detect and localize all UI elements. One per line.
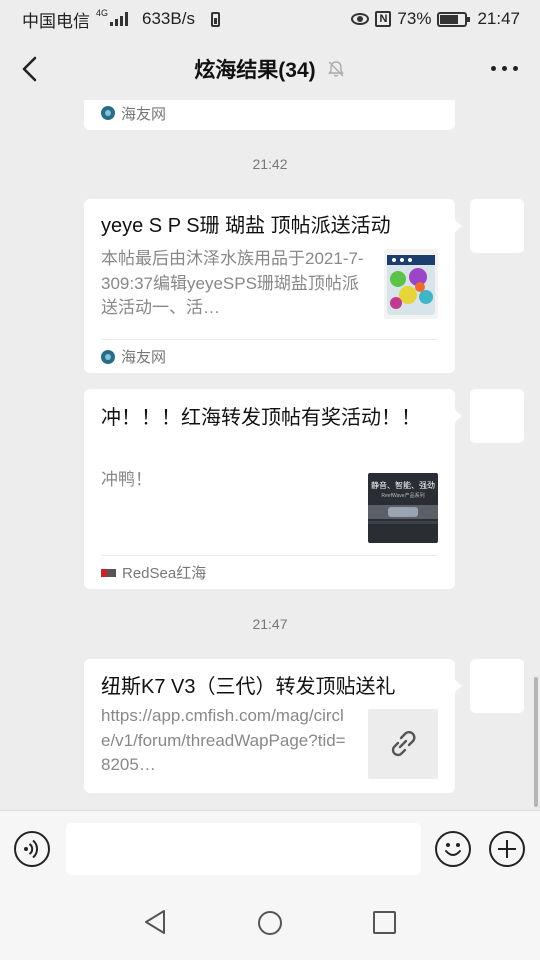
more-icon[interactable] [491,66,518,71]
chat-scrollbar[interactable] [534,677,538,807]
message-card[interactable]: yeye S P S珊 瑚盐 顶帖派送活动 本帖最后由沐泽水族用品于2021-7… [84,199,462,373]
mute-bell-icon [327,61,344,77]
status-bar: 中国电信 4G 633B/s N 73% 21:47 [0,0,540,38]
redsea-source-icon [101,568,116,577]
timestamp: 21:47 [252,616,288,632]
chat-header: 炫海结果(34) [0,38,540,100]
status-time: 21:47 [477,9,520,28]
network-speed: 633B/s [142,9,195,28]
haiyou-source-icon [101,106,115,120]
card-description: 冲鸭！ [101,470,152,489]
nav-back-icon[interactable] [142,908,168,936]
message-card[interactable]: 纽斯K7 V3（三代）转发顶贴送礼 https://app.cmfish.com… [84,659,462,793]
card-title: 冲！！！红海转发顶帖有奖活动！！ [101,407,421,429]
battery-percent: 73% [397,9,432,28]
card-source-label: 海友网 [121,105,167,123]
battery-icon [437,11,471,27]
plus-icon[interactable] [489,831,525,867]
card-link-url: https://app.cmfish.com/mag/circle/v1/for… [101,706,346,774]
nav-recent-icon[interactable] [373,911,396,934]
status-right: N 73% 21:47 [351,9,520,29]
card-source-label: RedSea红海 [122,565,207,582]
timestamp: 21:42 [252,156,288,172]
message-card[interactable]: 冲！！！红海转发顶帖有奖活动！！ 冲鸭！ 静音、智能、强劲 ReefWave产品… [84,389,462,589]
card-description: 本帖最后由沐泽水族用品于2021-7-309:37编辑yeyeSPS珊瑚盐顶帖派… [101,249,364,317]
card-title: yeye S P S珊 瑚盐 顶帖派送活动 [101,215,391,237]
card-source: 海友网 [101,339,438,373]
carrier-label: 中国电信 [22,11,90,31]
emoji-icon[interactable] [435,831,471,867]
coral-salt-thumbnail [384,249,438,319]
redsea-promo-thumbnail: 静音、智能、强劲 ReefWave产品系列 [368,473,438,543]
message-card-partial[interactable]: 海友网 [84,100,455,130]
link-icon [391,731,416,757]
voice-icon[interactable] [14,831,50,867]
system-nav-bar [0,886,540,960]
card-source: RedSea红海 [101,555,438,589]
bubble-tail [454,679,462,693]
network-type: 4G [96,7,109,18]
nav-home-icon[interactable] [258,911,282,935]
bubble-tail [454,409,462,423]
status-left: 中国电信 4G 633B/s [22,7,220,32]
bubble-tail [454,219,462,233]
card-source: 海友网 [101,100,438,130]
avatar[interactable] [470,659,524,713]
chat-title: 炫海结果(34) [194,59,316,82]
message-input[interactable] [66,823,421,875]
signal-icon [110,12,129,26]
chat-area[interactable]: 海友网 21:42 yeye S P S珊 瑚盐 顶帖派送活动 本帖最后由沐泽水… [0,100,540,810]
card-title: 纽斯K7 V3（三代）转发顶贴送礼 [101,676,396,698]
haiyou-source-icon [101,349,115,364]
back-arrow-icon[interactable] [16,52,48,86]
title-group: 炫海结果(34) [194,54,345,84]
nfc-icon: N [375,11,392,27]
avatar[interactable] [470,199,524,253]
input-bar [0,810,540,886]
avatar[interactable] [470,389,524,443]
eye-comfort-icon [351,13,370,25]
battery-saver-icon [210,11,220,27]
card-source-label: 海友网 [121,349,167,366]
link-thumbnail [368,709,438,779]
